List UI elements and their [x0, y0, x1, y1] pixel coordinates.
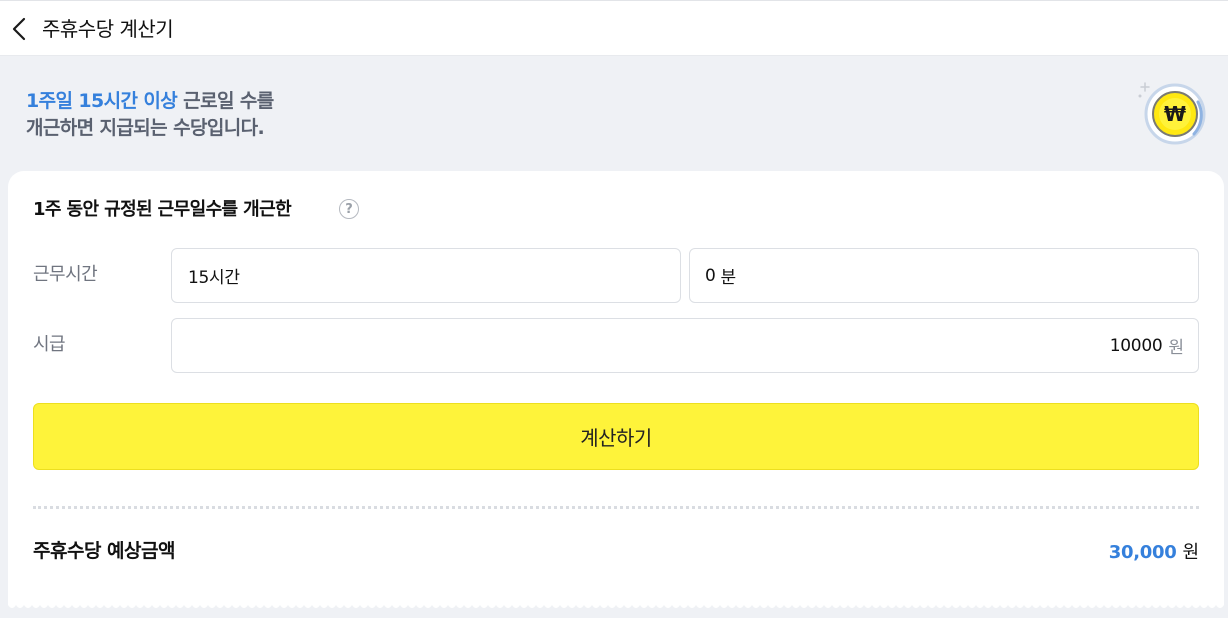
app-header: 주휴수당 계산기: [0, 0, 1228, 56]
work-time-label: 근무시간: [33, 264, 98, 285]
dotted-divider: [33, 506, 1199, 509]
result-amount-unit: 원: [1182, 542, 1199, 563]
result-amount-value: 30,000: [1108, 542, 1177, 563]
form-title: 1주 동안 규정된 근무일수를 개근한: [33, 199, 292, 220]
minutes-value: 0: [705, 265, 716, 286]
result-amount: 30,000 원: [1109, 540, 1199, 566]
hero-line-1: 1주일 15시간 이상 근로일 수를: [26, 88, 274, 115]
wage-value: 10000: [1109, 335, 1163, 356]
minutes-input[interactable]: 0 분: [689, 248, 1199, 303]
result-label: 주휴수당 예상금액: [33, 540, 175, 562]
hero-highlight: 1주일 15시간 이상: [26, 90, 178, 112]
calculate-button[interactable]: 계산하기: [33, 403, 1199, 470]
help-icon[interactable]: ?: [339, 199, 359, 219]
coin-symbol: ₩: [1163, 102, 1187, 126]
minutes-unit: 분: [720, 268, 737, 288]
hours-value: 15시간: [188, 268, 240, 288]
wage-unit: 원: [1168, 338, 1184, 358]
hero-line-1-rest: 근로일 수를: [177, 90, 274, 112]
hero-description: 1주일 15시간 이상 근로일 수를 개근하면 지급되는 수당입니다.: [26, 88, 274, 142]
hours-input[interactable]: 15시간: [171, 248, 681, 303]
page-title: 주휴수당 계산기: [42, 17, 174, 41]
back-button[interactable]: [4, 13, 34, 45]
calculator-card: 1주 동안 규정된 근무일수를 개근한 ? 근무시간 15시간 0 분 시급 1…: [8, 171, 1224, 611]
hourly-wage-input[interactable]: 10000 원: [171, 318, 1199, 373]
won-coin-icon: ₩: [1136, 80, 1208, 148]
hourly-wage-label: 시급: [33, 334, 66, 355]
hero-line-2: 개근하면 지급되는 수당입니다.: [26, 117, 265, 139]
card-zigzag-edge: [8, 601, 1224, 618]
chevron-left-icon: [12, 17, 26, 41]
